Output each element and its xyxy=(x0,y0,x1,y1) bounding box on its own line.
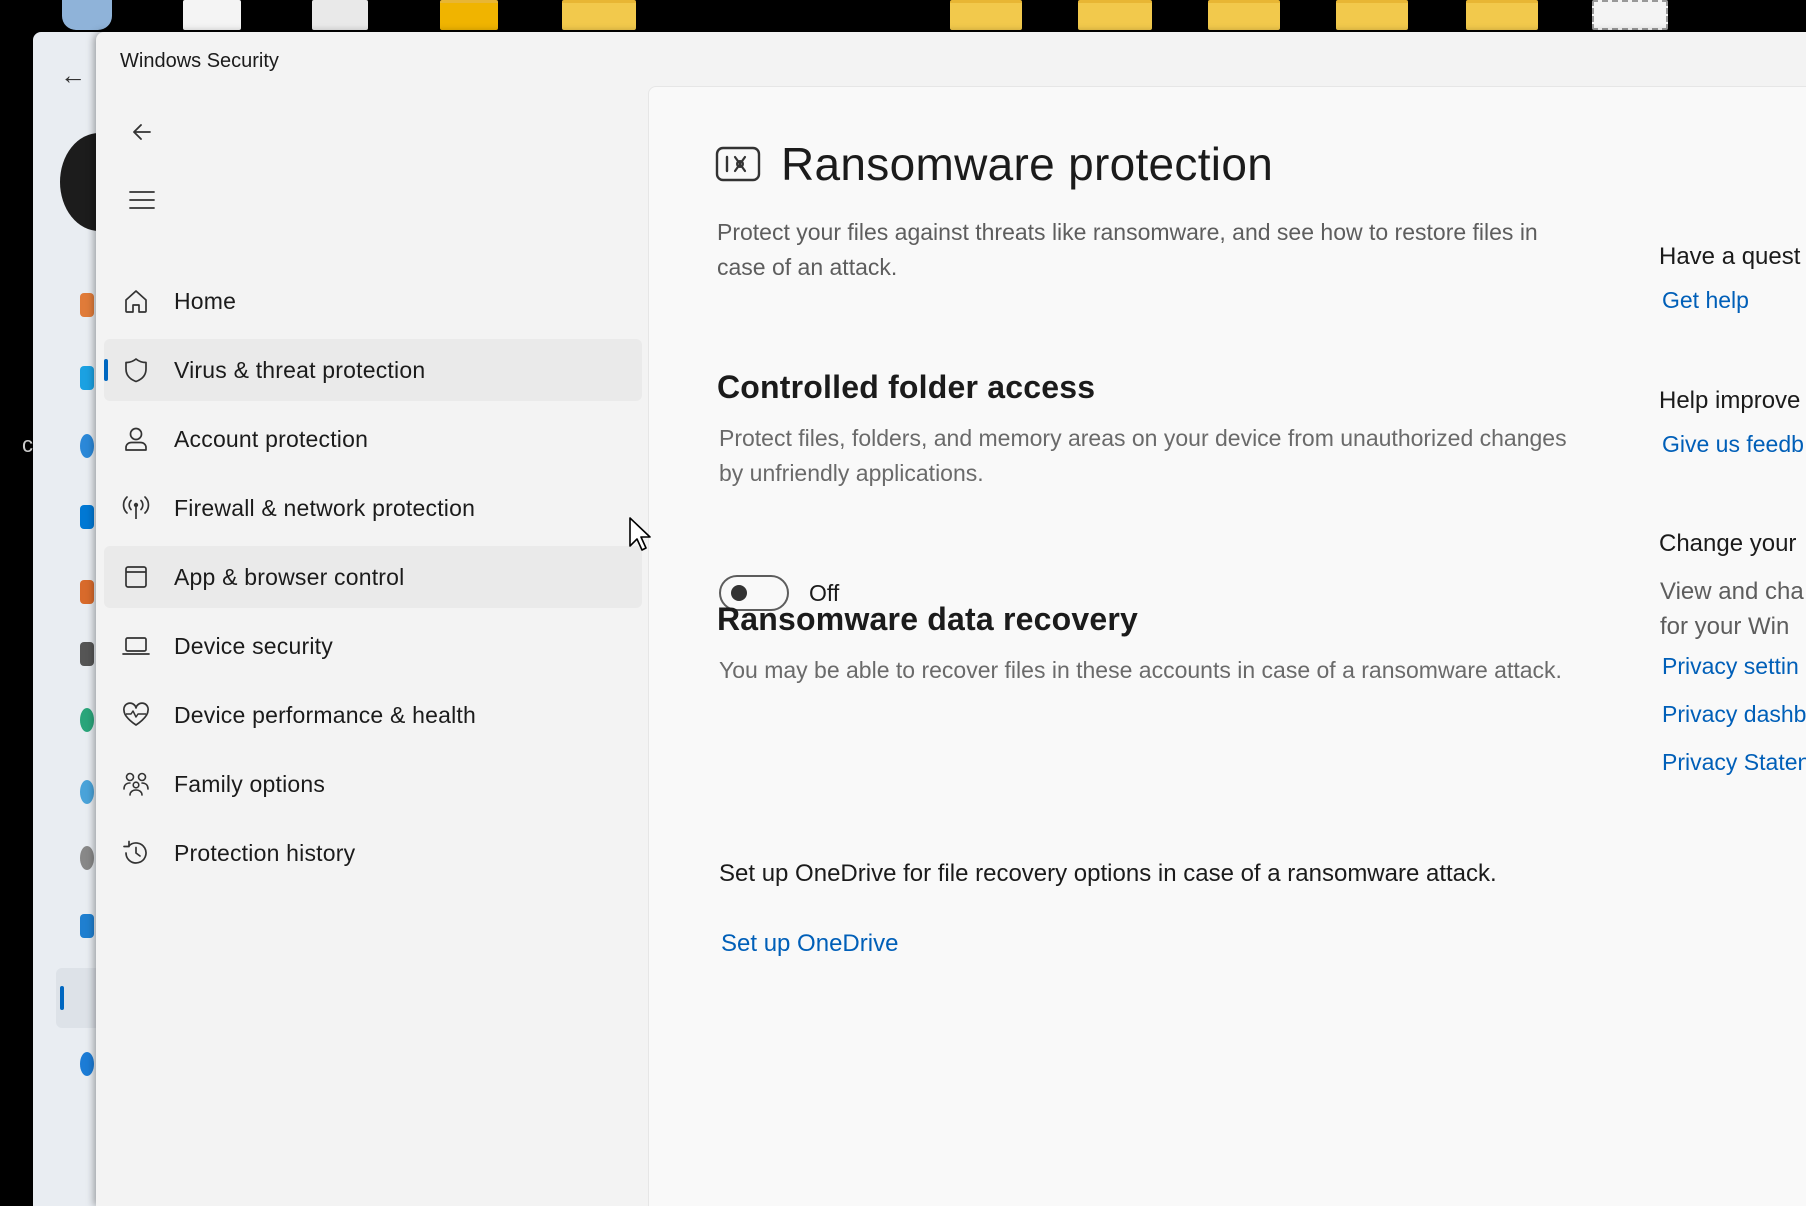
history-icon xyxy=(120,837,152,869)
background-nav-icon[interactable] xyxy=(80,293,94,317)
nav-item-label: App & browser control xyxy=(174,563,405,590)
selection-indicator xyxy=(104,359,108,381)
ransomware-data-recovery-title: Ransomware data recovery xyxy=(717,601,1139,637)
background-nav-icon[interactable] xyxy=(80,642,94,666)
nav-item-firewall-network-protection[interactable]: Firewall & network protection xyxy=(104,477,642,539)
folder-icon[interactable] xyxy=(440,0,498,30)
recycle-bin-icon[interactable] xyxy=(62,0,112,30)
background-nav-icon[interactable] xyxy=(80,434,94,458)
nav-item-home[interactable]: Home xyxy=(104,270,642,332)
nav-item-label: Device security xyxy=(174,632,333,659)
page-header: Ransomware protection xyxy=(715,137,1273,191)
nav-item-label: Account protection xyxy=(174,425,369,452)
folder-icon[interactable] xyxy=(1336,0,1408,30)
mouse-cursor-icon xyxy=(629,517,651,551)
set-up-onedrive-link[interactable]: Set up OneDrive xyxy=(721,930,898,958)
document-icon[interactable] xyxy=(1592,0,1668,30)
nav-item-label: Device performance & health xyxy=(174,701,476,728)
app-window-icon xyxy=(120,561,152,593)
shield-icon xyxy=(120,354,152,386)
family-icon xyxy=(120,768,152,800)
background-selected-indicator xyxy=(60,986,64,1010)
background-back-icon[interactable]: ← xyxy=(60,60,86,91)
heart-pulse-icon xyxy=(120,699,152,731)
folder-icon[interactable] xyxy=(562,0,636,30)
give-feedback-link[interactable]: Give us feedb xyxy=(1662,431,1804,458)
nav-item-label: Family options xyxy=(174,770,326,797)
main-content: Ransomware protection Protect your files… xyxy=(648,86,1806,1206)
windows-security-window: Windows Security Home Virus & threat pro… xyxy=(96,32,1806,1206)
background-nav-icon[interactable] xyxy=(80,505,94,529)
onedrive-setup-text: Set up OneDrive for file recovery option… xyxy=(719,860,1497,887)
page-description: Protect your files against threats like … xyxy=(717,219,1538,280)
document-icon[interactable] xyxy=(312,0,368,30)
get-help-link[interactable]: Get help xyxy=(1662,287,1749,314)
nav-item-device-security[interactable]: Device security xyxy=(104,615,642,677)
desktop-edge-glyph: c xyxy=(22,432,33,457)
background-nav-icon[interactable] xyxy=(80,580,94,604)
privacy-settings-link[interactable]: Privacy settin xyxy=(1662,653,1799,680)
nav-item-label: Firewall & network protection xyxy=(174,494,476,521)
nav-item-app-browser-control[interactable]: App & browser control xyxy=(104,546,642,608)
toggle-knob xyxy=(731,585,747,601)
hamburger-menu-icon xyxy=(129,191,155,209)
back-arrow-icon xyxy=(133,124,151,140)
ransomware-data-recovery-description: You may be able to recover files in thes… xyxy=(719,657,1562,683)
window-title: Windows Security xyxy=(120,50,279,72)
privacy-statement-link[interactable]: Privacy Staten xyxy=(1662,749,1806,776)
nav-item-device-performance-health[interactable]: Device performance & health xyxy=(104,684,642,746)
nav-item-protection-history[interactable]: Protection history xyxy=(104,822,642,884)
navigation-pane: Home Virus & threat protection Account p… xyxy=(104,270,642,891)
nav-item-family-options[interactable]: Family options xyxy=(104,753,642,815)
help-improve-heading: Help improve xyxy=(1659,387,1801,414)
controlled-folder-access-description: Protect files, folders, and memory areas… xyxy=(719,425,1567,486)
nav-item-account-protection[interactable]: Account protection xyxy=(104,408,642,470)
background-nav-icon[interactable] xyxy=(80,914,94,938)
folder-icon[interactable] xyxy=(950,0,1022,30)
nav-item-label: Protection history xyxy=(174,839,356,866)
antenna-icon xyxy=(120,492,152,524)
privacy-description-line: View and cha xyxy=(1660,578,1804,605)
background-nav-icon[interactable] xyxy=(80,1052,94,1076)
menu-button[interactable] xyxy=(120,178,164,222)
nav-item-label: Virus & threat protection xyxy=(174,356,426,383)
document-icon[interactable] xyxy=(183,0,241,30)
nav-item-virus-threat-protection[interactable]: Virus & threat protection xyxy=(104,339,642,401)
background-nav-icon[interactable] xyxy=(80,366,94,390)
home-icon xyxy=(120,285,152,317)
privacy-dashboard-link[interactable]: Privacy dashb xyxy=(1662,701,1806,728)
question-heading: Have a quest xyxy=(1659,243,1801,270)
nav-item-label: Home xyxy=(174,287,237,314)
folder-icon[interactable] xyxy=(1078,0,1152,30)
background-nav-icon[interactable] xyxy=(80,708,94,732)
privacy-heading: Change your xyxy=(1659,530,1797,557)
privacy-description-line: for your Win xyxy=(1660,613,1790,640)
folder-icon[interactable] xyxy=(1208,0,1280,30)
controlled-folder-access-title: Controlled folder access xyxy=(717,369,1096,405)
background-nav-icon[interactable] xyxy=(80,780,94,804)
ransomware-icon xyxy=(715,146,761,182)
laptop-icon xyxy=(120,630,152,662)
background-nav-icon[interactable] xyxy=(80,846,94,870)
folder-icon[interactable] xyxy=(1466,0,1538,30)
back-button[interactable] xyxy=(120,110,164,154)
page-title: Ransomware protection xyxy=(781,138,1274,190)
person-icon xyxy=(120,423,152,455)
